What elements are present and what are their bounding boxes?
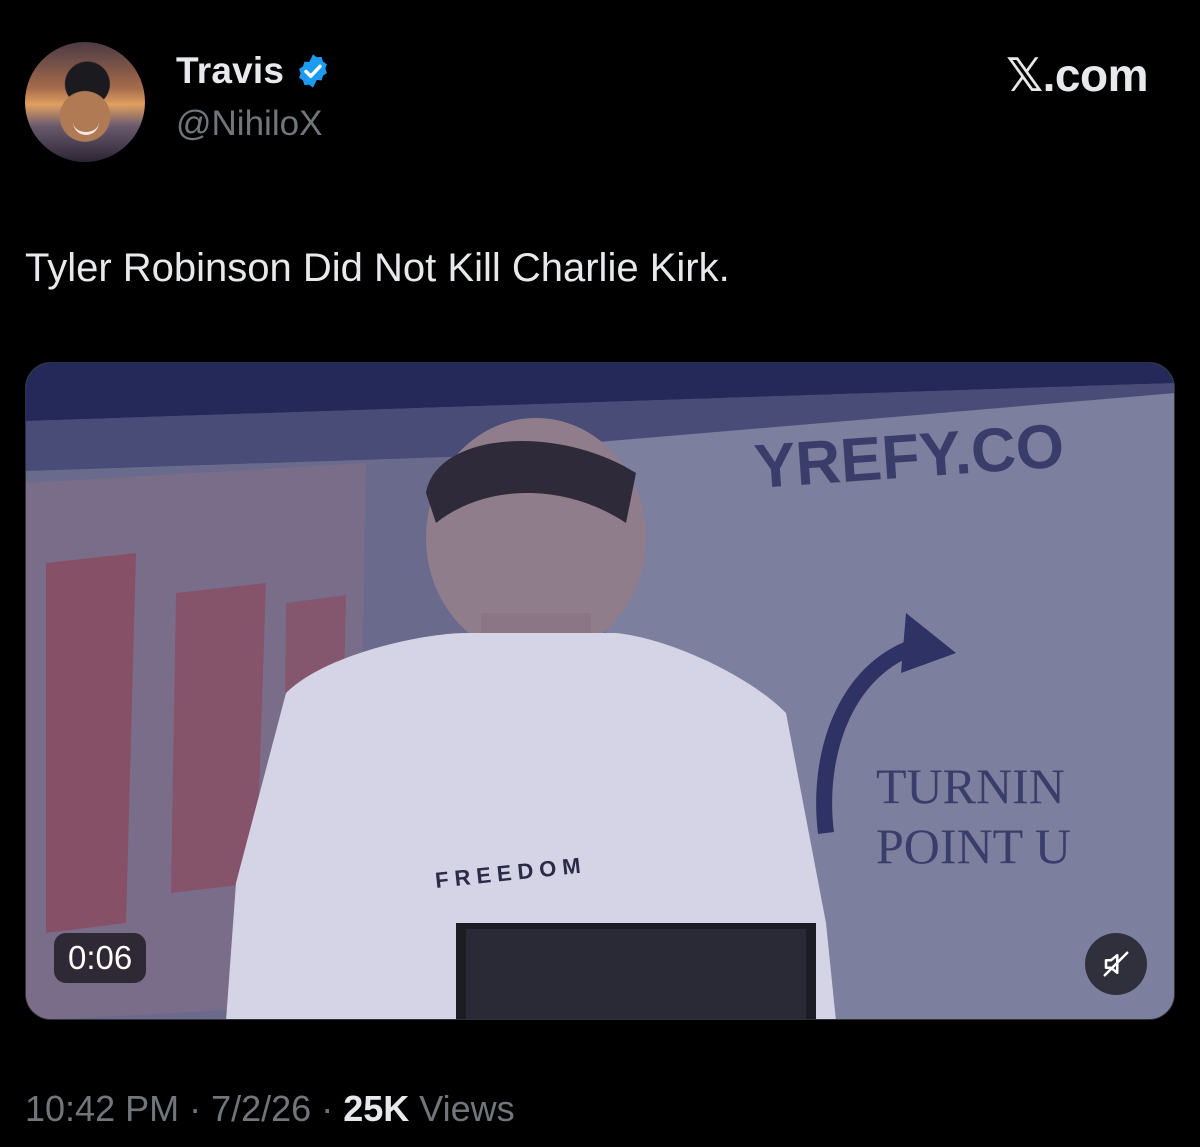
meta-separator: · xyxy=(321,1088,334,1129)
author-display-name[interactable]: Travis xyxy=(176,50,284,92)
author-avatar[interactable] xyxy=(25,42,145,162)
views-count[interactable]: 25K xyxy=(343,1088,409,1129)
tweet-time[interactable]: 10:42 PM xyxy=(25,1088,179,1130)
verified-badge-icon xyxy=(299,54,328,88)
scene-logo-line1: TURNIN xyxy=(876,758,1065,814)
video-player[interactable]: YREFY.CO TURNIN POINT U FREEDOM 0:06 xyxy=(25,362,1175,1020)
tweet-meta: 10:42 PM · 7/2/26 · 25K Views xyxy=(25,1088,515,1130)
meta-separator: · xyxy=(189,1088,202,1129)
views-label: Views xyxy=(419,1088,515,1129)
video-timestamp: 0:06 xyxy=(54,933,147,983)
avatar-face-detail xyxy=(73,122,99,135)
mute-toggle-button[interactable] xyxy=(1085,933,1147,995)
author-handle[interactable]: @NihiloX xyxy=(176,104,322,144)
scene-logo-line2: POINT U xyxy=(876,818,1071,874)
author-name-row: Travis xyxy=(176,50,332,92)
x-brand-label: 𝕏.com xyxy=(1006,49,1148,101)
tweet-date[interactable]: 7/2/26 xyxy=(211,1088,311,1130)
tweet-text: Tyler Robinson Did Not Kill Charlie Kirk… xyxy=(25,246,730,290)
video-frame: YREFY.CO TURNIN POINT U FREEDOM xyxy=(26,363,1174,1019)
speaker-muted-icon xyxy=(1103,951,1129,977)
